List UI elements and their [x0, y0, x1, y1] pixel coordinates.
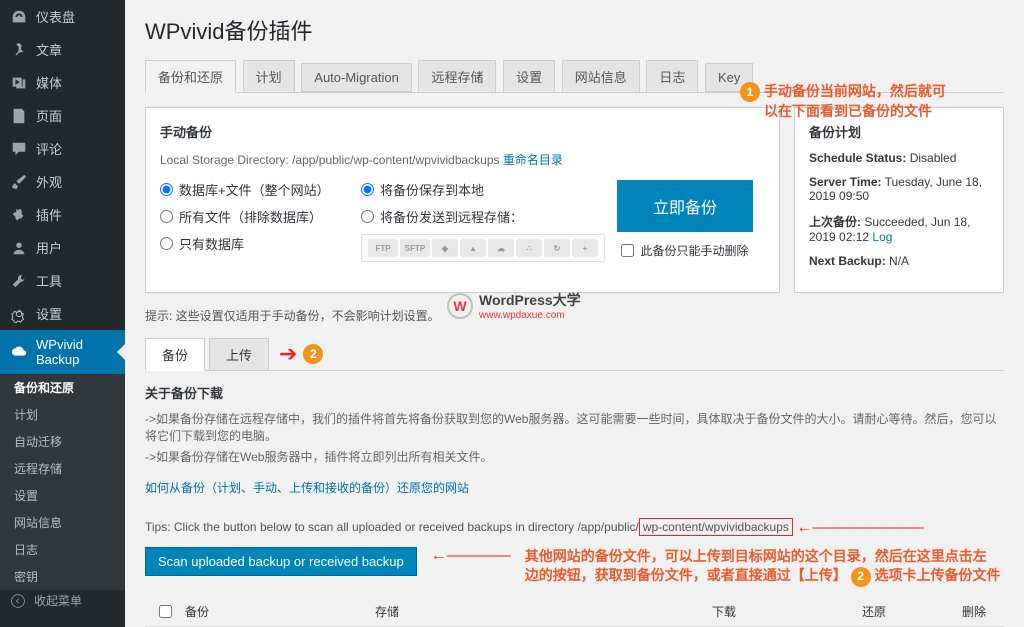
dropbox-icon: ◆ — [432, 239, 458, 257]
dashboard-icon — [10, 8, 28, 26]
backup-now-button[interactable]: 立即备份 — [617, 180, 753, 232]
opt-db-files[interactable]: 数据库+文件（整个网站） — [160, 180, 361, 199]
arrow-left-icon: ←———— — [431, 547, 511, 565]
sub-backup-restore[interactable]: 备份和还原 — [0, 374, 125, 401]
sub-log[interactable]: 日志 — [0, 536, 125, 563]
scan-button[interactable]: Scan uploaded backup or received backup — [145, 547, 417, 576]
page-title: WPvivid备份插件 — [145, 14, 1004, 46]
itab-backup[interactable]: 备份 — [145, 338, 205, 371]
sub-plan[interactable]: 计划 — [0, 401, 125, 428]
manual-delete-checkbox[interactable]: 此备份只能手动删除 — [621, 242, 748, 259]
th-store: 存储 — [375, 603, 644, 620]
refresh-icon: ↻ — [544, 239, 570, 257]
remote-services: FTP SFTP ◆ ▲ ☁ ∴ ↻ + — [361, 234, 605, 262]
rename-link[interactable]: 重命名目录 — [503, 153, 563, 167]
badge-1: 1 — [740, 82, 760, 102]
page-icon — [10, 107, 28, 125]
brush-icon — [10, 173, 28, 191]
dest-remote[interactable]: 将备份发送到远程存储： — [361, 207, 605, 226]
sidebar-item-comments[interactable]: 评论 — [0, 132, 125, 165]
sftp-icon: SFTP — [400, 239, 430, 257]
th-delete: 删除 — [944, 603, 1004, 620]
sub-remote[interactable]: 远程存储 — [0, 455, 125, 482]
restore-help-link[interactable]: 如何从备份（计划、手动、上传和接收的备份）还原您的网站 — [145, 479, 469, 496]
sidebar-item-plugins[interactable]: 插件 — [0, 198, 125, 231]
th-restore: 还原 — [804, 603, 944, 620]
highlight-path: wp-content/wpvividbackups — [639, 518, 793, 536]
itab-upload[interactable]: 上传 — [209, 338, 269, 370]
pin-icon — [10, 41, 28, 59]
th-backup: 备份 — [185, 603, 375, 620]
annotation-1: 1 手动备份当前网站，然后就可 以在下面看到已备份的文件 — [740, 82, 946, 121]
s3-icon: ∴ — [516, 239, 542, 257]
tab-remote-storage[interactable]: 远程存储 — [418, 60, 496, 93]
opt-db-only[interactable]: 只有数据库 — [160, 234, 361, 253]
plugin-icon — [10, 206, 28, 224]
media-icon — [10, 74, 28, 92]
storage-dir-path: /app/public/wp-content/wpvividbackups — [292, 153, 499, 167]
sidebar-item-wpvivid[interactable]: WPvivid Backup — [0, 330, 125, 374]
scan-tips: Tips: Click the button below to scan all… — [145, 518, 1004, 537]
sub-auto-migrate[interactable]: 自动迁移 — [0, 428, 125, 455]
about-title: 关于备份下载 — [145, 383, 1004, 402]
onedrive-icon: ☁ — [488, 239, 514, 257]
watermark: W WordPress大学www.wpdaxue.com — [447, 290, 581, 321]
sidebar-item-dashboard[interactable]: 仪表盘 — [0, 0, 125, 33]
manual-backup-title: 手动备份 — [160, 122, 765, 141]
sub-siteinfo[interactable]: 网站信息 — [0, 509, 125, 536]
tab-backup-restore[interactable]: 备份和还原 — [145, 60, 236, 93]
collapse-icon — [10, 593, 26, 609]
select-all-checkbox[interactable] — [159, 603, 172, 620]
admin-sidebar: 仪表盘 文章 媒体 页面 评论 外观 插件 用户 工具 设置 WPvivid B… — [0, 0, 125, 627]
tab-settings[interactable]: 设置 — [503, 60, 555, 93]
annotation-2: 其他网站的备份文件，可以上传到目标网站的这个目录，然后在这里点击左 边的按钮，获… — [525, 547, 1001, 587]
sidebar-item-pages[interactable]: 页面 — [0, 99, 125, 132]
collapse-menu[interactable]: 收起菜单 — [0, 584, 125, 617]
tab-site-info[interactable]: 网站信息 — [562, 60, 640, 93]
sidebar-submenu: 备份和还原 计划 自动迁移 远程存储 设置 网站信息 日志 密钥 — [0, 374, 125, 590]
storage-dir-label: Local Storage Directory: — [160, 153, 289, 167]
plan-log-link[interactable]: Log — [872, 230, 892, 244]
add-remote-icon[interactable]: + — [572, 239, 598, 257]
tool-icon — [10, 272, 28, 290]
tab-log[interactable]: 日志 — [646, 60, 698, 93]
arrow-icon: ➔ — [279, 341, 297, 367]
about-p1: ->如果备份存储在远程存储中，我们的插件将首先将备份获取到您的Web服务器。这可… — [145, 410, 1004, 444]
badge-2b: 2 — [851, 567, 871, 587]
backup-plan-card: 备份计划 Schedule Status: Disabled Server Ti… — [794, 107, 1004, 293]
long-arrow-icon: ←——————— — [796, 519, 924, 537]
gdrive-icon: ▲ — [460, 239, 486, 257]
sidebar-item-appearance[interactable]: 外观 — [0, 165, 125, 198]
sidebar-item-users[interactable]: 用户 — [0, 231, 125, 264]
sidebar-item-settings[interactable]: 设置 — [0, 297, 125, 330]
backup-table: 备份 存储 下载 还原 删除 Jun 18, 2019 02:12 🔓 | 类型… — [145, 597, 1004, 627]
th-download: 下载 — [644, 603, 804, 620]
sidebar-item-tools[interactable]: 工具 — [0, 264, 125, 297]
tab-plan[interactable]: 计划 — [243, 60, 295, 93]
cloud-icon — [10, 343, 28, 361]
sidebar-item-posts[interactable]: 文章 — [0, 33, 125, 66]
user-icon — [10, 239, 28, 257]
inner-tabs: 备份 上传 ➔ 2 — [145, 338, 1004, 371]
sidebar-item-media[interactable]: 媒体 — [0, 66, 125, 99]
tab-auto-migration[interactable]: Auto-Migration — [301, 63, 412, 92]
dest-local[interactable]: 将备份保存到本地 — [361, 180, 605, 199]
comment-icon — [10, 140, 28, 158]
badge-2a: 2 — [303, 344, 323, 364]
ftp-icon: FTP — [368, 239, 398, 257]
opt-files-only[interactable]: 所有文件（排除数据库） — [160, 207, 361, 226]
gear-icon — [10, 305, 28, 323]
manual-backup-card: 手动备份 Local Storage Directory: /app/publi… — [145, 107, 780, 293]
sub-settings[interactable]: 设置 — [0, 482, 125, 509]
about-p2: ->如果备份存储在Web服务器中，插件将立即列出所有相关文件。 — [145, 448, 1004, 465]
wp-logo-icon: W — [447, 293, 473, 319]
plan-title: 备份计划 — [809, 122, 989, 141]
